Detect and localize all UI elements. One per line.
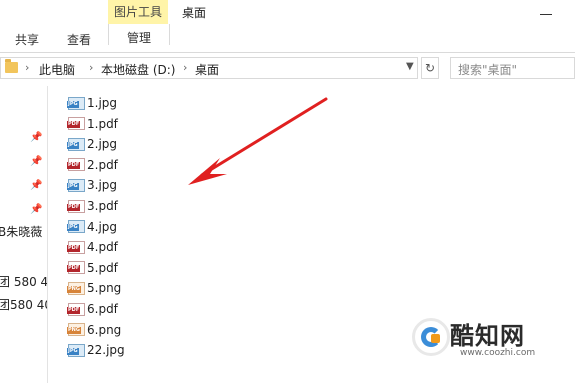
breadcrumb-this-pc[interactable]: 此电脑	[39, 61, 75, 78]
file-item[interactable]: PDF 6.pdf	[67, 299, 118, 319]
file-name: 4.pdf	[87, 240, 118, 255]
file-item[interactable]: JPG 3.jpg	[67, 175, 118, 195]
breadcrumb-desktop[interactable]: 桌面	[195, 61, 219, 78]
file-item[interactable]: PNG 5.png	[67, 278, 122, 298]
pin-icon[interactable]: 📌	[30, 133, 42, 143]
jpg-file-icon: JPG	[67, 137, 85, 151]
watermark: 酷知网 www.coozhi.com	[412, 308, 575, 383]
pdf-file-icon: PDF	[67, 302, 85, 316]
search-input[interactable]: 搜索"桌面"	[450, 57, 575, 79]
pdf-file-icon: PDF	[67, 158, 85, 172]
jpg-file-icon: JPG	[67, 178, 85, 192]
ribbon: 图片工具 桌面 共享 查看 管理	[0, 0, 575, 53]
tab-manage[interactable]: 管理	[108, 24, 170, 45]
file-item[interactable]: PNG 6.png	[67, 320, 122, 340]
nav-item[interactable]: 团580 40(	[0, 296, 47, 313]
file-item[interactable]: PDF 3.pdf	[67, 196, 118, 216]
file-item[interactable]: JPG 2.jpg	[67, 134, 118, 154]
window-title: 桌面	[182, 6, 207, 20]
file-name: 1.jpg	[87, 96, 118, 110]
chevron-down-icon[interactable]: ▼	[406, 61, 414, 72]
nav-item[interactable]: 团 580 40	[0, 273, 47, 290]
file-name: 5.png	[87, 281, 122, 296]
nav-item[interactable]: B朱晓薇	[0, 223, 42, 240]
file-item[interactable]: PDF 5.pdf	[67, 258, 118, 278]
file-item[interactable]: PDF 2.pdf	[67, 155, 118, 175]
chevron-right-icon[interactable]: ›	[25, 61, 29, 74]
file-name: 3.jpg	[87, 178, 118, 193]
minimize-icon[interactable]	[540, 4, 552, 15]
address-bar[interactable]: › 此电脑 › 本地磁盘 (D:) › 桌面 ▼	[0, 57, 418, 79]
file-name: 3.pdf	[87, 199, 118, 213]
tab-view[interactable]: 查看	[67, 31, 91, 48]
file-name: 6.png	[87, 322, 122, 337]
tab-share[interactable]: 共享	[15, 31, 39, 48]
jpg-file-icon: JPG	[67, 96, 85, 110]
file-item[interactable]: PDF 1.pdf	[67, 114, 118, 134]
refresh-icon[interactable]: ↻	[421, 57, 439, 79]
file-name: 22.jpg	[87, 343, 125, 358]
jpg-file-icon: JPG	[67, 220, 85, 234]
search-placeholder: 搜索"桌面"	[458, 63, 518, 77]
navigation-pane: 📌 📌 📌 📌 B朱晓薇 团 580 40 团580 40(	[0, 86, 48, 383]
file-item[interactable]: JPG 1.jpg	[67, 93, 118, 113]
chevron-right-icon[interactable]: ›	[183, 61, 187, 74]
file-name: 6.pdf	[87, 302, 118, 316]
pdf-file-icon: PDF	[67, 199, 85, 213]
chevron-right-icon[interactable]: ›	[89, 61, 93, 74]
png-file-icon: PNG	[67, 323, 85, 337]
file-name: 2.pdf	[87, 157, 118, 172]
watermark-url: www.coozhi.com	[460, 348, 536, 358]
file-item[interactable]: JPG 22.jpg	[67, 340, 125, 360]
coozhi-logo-icon	[412, 318, 450, 356]
pin-icon[interactable]: 📌	[30, 205, 42, 215]
breadcrumb-local-disk[interactable]: 本地磁盘 (D:)	[101, 61, 175, 78]
red-arrow-annotation	[188, 97, 328, 185]
pdf-file-icon: PDF	[67, 261, 85, 275]
pdf-file-icon: PDF	[67, 240, 85, 254]
file-name: 2.jpg	[87, 137, 118, 152]
file-name: 4.jpg	[87, 219, 118, 234]
watermark-name: 酷知网	[450, 322, 525, 350]
folder-icon	[5, 59, 18, 73]
pin-icon[interactable]: 📌	[30, 181, 42, 191]
file-name: 1.pdf	[87, 116, 118, 131]
pdf-file-icon: PDF	[67, 117, 85, 131]
pin-icon[interactable]: 📌	[30, 157, 42, 167]
file-item[interactable]: JPG 4.jpg	[67, 217, 118, 237]
address-row: › 此电脑 › 本地磁盘 (D:) › 桌面 ▼ ↻ 搜索"桌面"	[0, 54, 575, 86]
file-item[interactable]: PDF 4.pdf	[67, 237, 118, 257]
file-name: 5.pdf	[87, 260, 118, 275]
png-file-icon: PNG	[67, 281, 85, 295]
picture-tools-header: 图片工具	[108, 0, 168, 24]
jpg-file-icon: JPG	[67, 343, 85, 357]
